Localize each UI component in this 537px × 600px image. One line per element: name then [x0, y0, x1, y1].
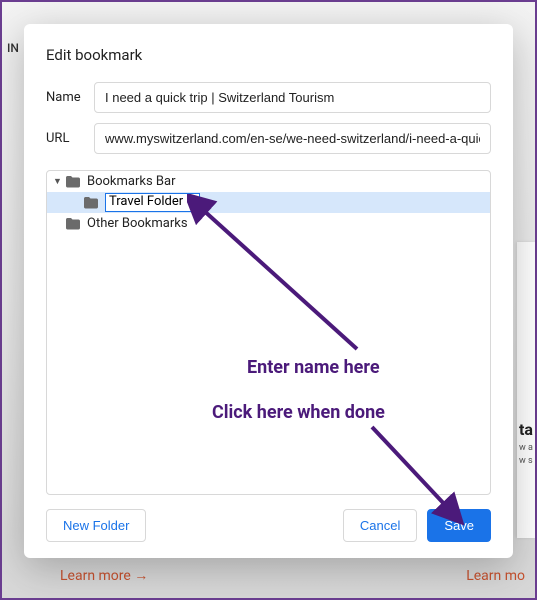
dialog-button-row: New Folder Cancel Save	[46, 509, 491, 542]
tree-row-other-bookmarks[interactable]: Other Bookmarks	[47, 213, 490, 234]
tree-row-editing-folder[interactable]	[47, 192, 490, 213]
folder-icon	[65, 217, 81, 230]
folder-icon	[83, 196, 99, 209]
backdrop-card-fragment	[517, 242, 535, 538]
folder-icon	[65, 175, 81, 188]
cancel-button[interactable]: Cancel	[343, 509, 417, 542]
tree-label-other-bookmarks: Other Bookmarks	[87, 216, 188, 231]
folder-tree[interactable]: ▼ Bookmarks Bar Other Bookmarks	[46, 170, 491, 495]
folder-name-input[interactable]	[105, 193, 200, 211]
name-label: Name	[46, 90, 94, 105]
save-button[interactable]: Save	[427, 509, 491, 542]
name-input[interactable]	[94, 82, 491, 113]
edit-bookmark-dialog: Edit bookmark Name URL ▼ Bookmarks Bar O…	[24, 24, 513, 558]
tree-row-bookmarks-bar[interactable]: ▼ Bookmarks Bar	[47, 171, 490, 192]
backdrop-card-text-fragment: w a w s	[519, 442, 533, 467]
tree-label-bookmarks-bar: Bookmarks Bar	[87, 174, 176, 189]
backdrop-learn-more-right: Learn mo	[466, 568, 525, 584]
url-row: URL	[46, 123, 491, 154]
name-row: Name	[46, 82, 491, 113]
disclosure-triangle-icon[interactable]: ▼	[53, 176, 63, 187]
backdrop-learn-more-left: Learn more →	[60, 567, 148, 584]
backdrop-card-title-fragment: ta	[519, 420, 533, 439]
new-folder-button[interactable]: New Folder	[46, 509, 146, 542]
url-input[interactable]	[94, 123, 491, 154]
url-label: URL	[46, 131, 94, 146]
dialog-title: Edit bookmark	[46, 46, 491, 64]
backdrop-text-fragment: IN	[7, 41, 19, 55]
